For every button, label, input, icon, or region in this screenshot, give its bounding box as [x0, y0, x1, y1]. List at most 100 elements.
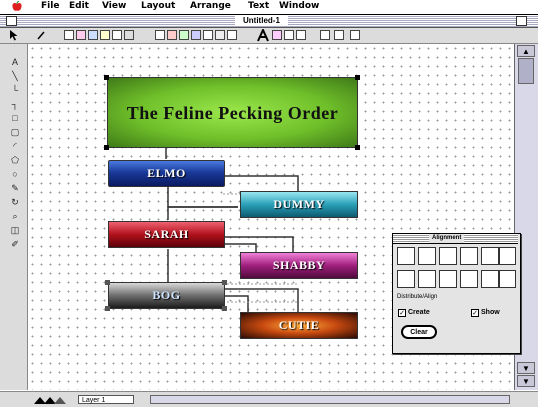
connector-button[interactable]: [227, 30, 237, 40]
selection-handle[interactable]: [104, 75, 109, 80]
arc-tool-icon[interactable]: ◜: [8, 140, 22, 152]
selection-handle[interactable]: [105, 306, 110, 311]
rounded-rect-tool-icon[interactable]: ▢: [8, 126, 22, 138]
palette-section-label: Distribute/Align: [397, 294, 438, 300]
node-shabby[interactable]: SHABBY: [240, 252, 358, 279]
elbow-line-icon[interactable]: ┐: [8, 98, 22, 110]
node-elmo[interactable]: ELMO: [108, 160, 225, 187]
line-style-button[interactable]: [64, 30, 74, 40]
scroll-up-arrow-icon[interactable]: ▲: [517, 45, 535, 57]
color-swatch-button[interactable]: [167, 30, 177, 40]
selection-handle[interactable]: [222, 306, 227, 311]
align-right-button[interactable]: [439, 247, 457, 265]
node-label: SHABBY: [272, 258, 326, 272]
node-label: SARAH: [144, 227, 189, 241]
scroll-page-arrow-icon[interactable]: ▼: [517, 375, 535, 387]
text-color-button[interactable]: [272, 30, 282, 40]
gradient-button[interactable]: [191, 30, 201, 40]
text-tool-icon[interactable]: A: [8, 56, 22, 68]
menu-arrange[interactable]: Arrange: [190, 1, 231, 11]
show-label: Show: [481, 309, 500, 316]
title-node[interactable]: The Feline Pecking Order: [107, 77, 358, 148]
node-label: ELMO: [147, 166, 186, 180]
polygon-tool-icon[interactable]: ⬠: [8, 154, 22, 166]
palette-title-bar[interactable]: Alignment: [393, 234, 518, 244]
selection-handle[interactable]: [105, 280, 110, 285]
font-button[interactable]: [284, 30, 294, 40]
fill-color-button[interactable]: [76, 30, 86, 40]
grid-button[interactable]: [155, 30, 165, 40]
rotate-tool-icon[interactable]: ↻: [8, 196, 22, 208]
horizontal-scrollbar[interactable]: [150, 395, 510, 404]
node-sarah[interactable]: SARAH: [108, 221, 225, 248]
node-bog[interactable]: BOG: [108, 282, 225, 309]
align-left-button[interactable]: [397, 247, 415, 265]
arrow-style-button[interactable]: [112, 30, 122, 40]
align-center-h-button[interactable]: [418, 247, 436, 265]
frame-button[interactable]: [320, 30, 330, 40]
distribute-right-button[interactable]: [439, 270, 457, 288]
shadow-button[interactable]: [100, 30, 110, 40]
menu-view[interactable]: View: [102, 1, 126, 11]
text-tool-icon[interactable]: [257, 29, 269, 42]
pattern-button[interactable]: [179, 30, 189, 40]
selection-handle[interactable]: [104, 145, 109, 150]
menu-layout[interactable]: Layout: [141, 1, 175, 11]
alignment-palette: Alignment Distribute/Align ✓ Create ✓ Sh…: [392, 233, 521, 354]
status-bar: Layer 1: [0, 391, 538, 407]
align-bottom-button[interactable]: [499, 247, 516, 265]
apple-icon[interactable]: [12, 1, 22, 12]
tool-palette: A ╲ └ ┐ □ ▢ ◜ ⬠ ○ ✎ ↻ ⌕ ◫ ✐: [0, 44, 28, 390]
close-box[interactable]: [6, 16, 17, 26]
pointer-icon[interactable]: [9, 30, 19, 41]
menu-edit[interactable]: Edit: [69, 1, 89, 11]
shape-button[interactable]: [215, 30, 225, 40]
palette-title: Alignment: [429, 234, 465, 243]
scroll-down-arrow-icon[interactable]: ▼: [517, 362, 535, 374]
selection-handle[interactable]: [355, 145, 360, 150]
distribute-bottom-button[interactable]: [499, 270, 516, 288]
freehand-tool-icon[interactable]: ✎: [8, 182, 22, 194]
node-dummy[interactable]: DUMMY: [240, 191, 358, 218]
pen-icon[interactable]: [36, 30, 46, 41]
node-cutie[interactable]: CUTIE: [240, 312, 358, 339]
create-checkbox[interactable]: ✓: [398, 309, 406, 317]
text-align-button[interactable]: [296, 30, 306, 40]
orthogonal-line-icon[interactable]: └: [8, 84, 22, 96]
zoom-tool-icon[interactable]: ⌕: [8, 210, 22, 222]
layout-button[interactable]: [350, 30, 360, 40]
title-node-text: The Feline Pecking Order: [126, 102, 339, 123]
create-label: Create: [408, 309, 430, 316]
page-icons[interactable]: [30, 394, 70, 405]
distribute-top-button[interactable]: [460, 270, 478, 288]
show-checkbox[interactable]: ✓: [471, 309, 479, 317]
link-button[interactable]: [203, 30, 213, 40]
selection-handle[interactable]: [355, 75, 360, 80]
node-label: BOG: [152, 288, 181, 302]
eyedropper-tool-icon[interactable]: ✐: [8, 238, 22, 250]
line-weight-button[interactable]: [124, 30, 134, 40]
zoom-box[interactable]: [516, 16, 527, 26]
crop-tool-icon[interactable]: ◫: [8, 224, 22, 236]
align-top-button[interactable]: [460, 247, 478, 265]
menu-bar: File Edit View Layout Arrange Text Windo…: [0, 0, 538, 15]
node-label: DUMMY: [273, 197, 325, 211]
clear-button[interactable]: Clear: [401, 325, 437, 339]
window-title: Untitled-1: [235, 15, 288, 26]
distribute-middle-button[interactable]: [481, 270, 499, 288]
align-middle-button[interactable]: [481, 247, 499, 265]
stroke-color-button[interactable]: [88, 30, 98, 40]
layer-popup[interactable]: Layer 1: [78, 395, 134, 404]
distribute-left-button[interactable]: [397, 270, 415, 288]
selection-handle[interactable]: [222, 280, 227, 285]
scroll-thumb[interactable]: [518, 58, 534, 84]
menu-text[interactable]: Text: [248, 1, 269, 11]
rectangle-tool-icon[interactable]: □: [8, 112, 22, 124]
menu-window[interactable]: Window: [279, 1, 319, 11]
window-title-bar[interactable]: Untitled-1: [0, 15, 538, 28]
distribute-center-button[interactable]: [418, 270, 436, 288]
table-button[interactable]: [334, 30, 344, 40]
line-tool-icon[interactable]: ╲: [8, 70, 22, 82]
menu-file[interactable]: File: [41, 1, 59, 11]
oval-tool-icon[interactable]: ○: [8, 168, 22, 180]
